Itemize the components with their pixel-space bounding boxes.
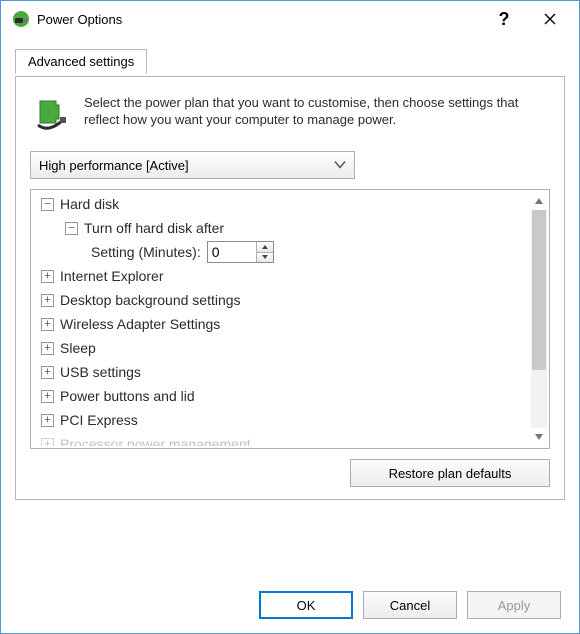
button-label: Apply bbox=[498, 598, 531, 613]
tree-node-hard-disk[interactable]: − Hard disk bbox=[35, 192, 531, 216]
tab-page: Select the power plan that you want to c… bbox=[15, 77, 565, 500]
tree-label: Sleep bbox=[60, 340, 96, 356]
power-plan-selected: High performance [Active] bbox=[39, 158, 189, 173]
window-title: Power Options bbox=[37, 12, 481, 27]
expand-icon[interactable]: + bbox=[41, 318, 54, 331]
close-button[interactable] bbox=[527, 4, 573, 34]
button-label: OK bbox=[297, 598, 316, 613]
settings-tree: − Hard disk − Turn off hard disk after S… bbox=[30, 189, 550, 449]
tree-viewport: − Hard disk − Turn off hard disk after S… bbox=[35, 192, 531, 446]
tree-label: Wireless Adapter Settings bbox=[60, 316, 220, 332]
intro-row: Select the power plan that you want to c… bbox=[30, 95, 550, 135]
setting-label: Setting (Minutes): bbox=[91, 244, 201, 260]
tree-label: Desktop background settings bbox=[60, 292, 241, 308]
tab-strip: Advanced settings bbox=[15, 49, 565, 77]
collapse-icon[interactable]: − bbox=[65, 222, 78, 235]
tab-rule bbox=[15, 76, 565, 77]
expand-icon[interactable]: + bbox=[41, 438, 54, 447]
expand-icon[interactable]: + bbox=[41, 366, 54, 379]
minutes-spinner bbox=[207, 241, 274, 263]
scroll-down-button[interactable] bbox=[531, 428, 547, 446]
tree-node-power-buttons-lid[interactable]: + Power buttons and lid bbox=[35, 384, 531, 408]
tree-node-turn-off-hard-disk[interactable]: − Turn off hard disk after bbox=[35, 216, 531, 240]
collapse-icon[interactable]: − bbox=[41, 198, 54, 211]
tree-label: Hard disk bbox=[60, 196, 119, 212]
scroll-up-button[interactable] bbox=[531, 192, 547, 210]
power-plan-select[interactable]: High performance [Active] bbox=[30, 151, 355, 179]
expand-icon[interactable]: + bbox=[41, 414, 54, 427]
minutes-input[interactable] bbox=[208, 242, 256, 262]
intro-text: Select the power plan that you want to c… bbox=[84, 95, 550, 135]
ok-button[interactable]: OK bbox=[259, 591, 353, 619]
cancel-button[interactable]: Cancel bbox=[363, 591, 457, 619]
tree-label: PCI Express bbox=[60, 412, 138, 428]
battery-plug-icon bbox=[30, 95, 70, 135]
apply-button: Apply bbox=[467, 591, 561, 619]
tree-label: USB settings bbox=[60, 364, 141, 380]
scroll-track[interactable] bbox=[531, 210, 547, 428]
scroll-thumb[interactable] bbox=[532, 210, 546, 370]
tab-advanced-settings[interactable]: Advanced settings bbox=[15, 49, 147, 74]
tree-scrollbar[interactable] bbox=[531, 192, 547, 446]
expand-icon[interactable]: + bbox=[41, 270, 54, 283]
tree-node-processor-power[interactable]: + Processor power management bbox=[35, 432, 531, 446]
tab-label: Advanced settings bbox=[28, 54, 134, 69]
button-label: Restore plan defaults bbox=[389, 466, 512, 481]
button-label: Cancel bbox=[390, 598, 430, 613]
tree-node-pci-express[interactable]: + PCI Express bbox=[35, 408, 531, 432]
tree-node-wireless-adapter[interactable]: + Wireless Adapter Settings bbox=[35, 312, 531, 336]
chevron-down-icon bbox=[334, 158, 346, 173]
tree-label: Internet Explorer bbox=[60, 268, 164, 284]
dialog-footer: OK Cancel Apply bbox=[259, 591, 561, 619]
spinner-up-button[interactable] bbox=[257, 242, 273, 252]
spinner-down-button[interactable] bbox=[257, 252, 273, 263]
tree-label: Turn off hard disk after bbox=[84, 220, 224, 236]
tree-label: Processor power management bbox=[60, 436, 251, 446]
restore-defaults-button[interactable]: Restore plan defaults bbox=[350, 459, 550, 487]
tree-node-internet-explorer[interactable]: + Internet Explorer bbox=[35, 264, 531, 288]
expand-icon[interactable]: + bbox=[41, 294, 54, 307]
tree-node-sleep[interactable]: + Sleep bbox=[35, 336, 531, 360]
tree-label: Power buttons and lid bbox=[60, 388, 195, 404]
tree-node-desktop-background[interactable]: + Desktop background settings bbox=[35, 288, 531, 312]
help-button[interactable]: ? bbox=[481, 4, 527, 34]
power-options-icon bbox=[11, 9, 31, 29]
tree-node-usb-settings[interactable]: + USB settings bbox=[35, 360, 531, 384]
tree-node-setting-minutes: Setting (Minutes): bbox=[35, 240, 531, 264]
expand-icon[interactable]: + bbox=[41, 390, 54, 403]
title-bar: Power Options ? bbox=[1, 1, 579, 37]
expand-icon[interactable]: + bbox=[41, 342, 54, 355]
